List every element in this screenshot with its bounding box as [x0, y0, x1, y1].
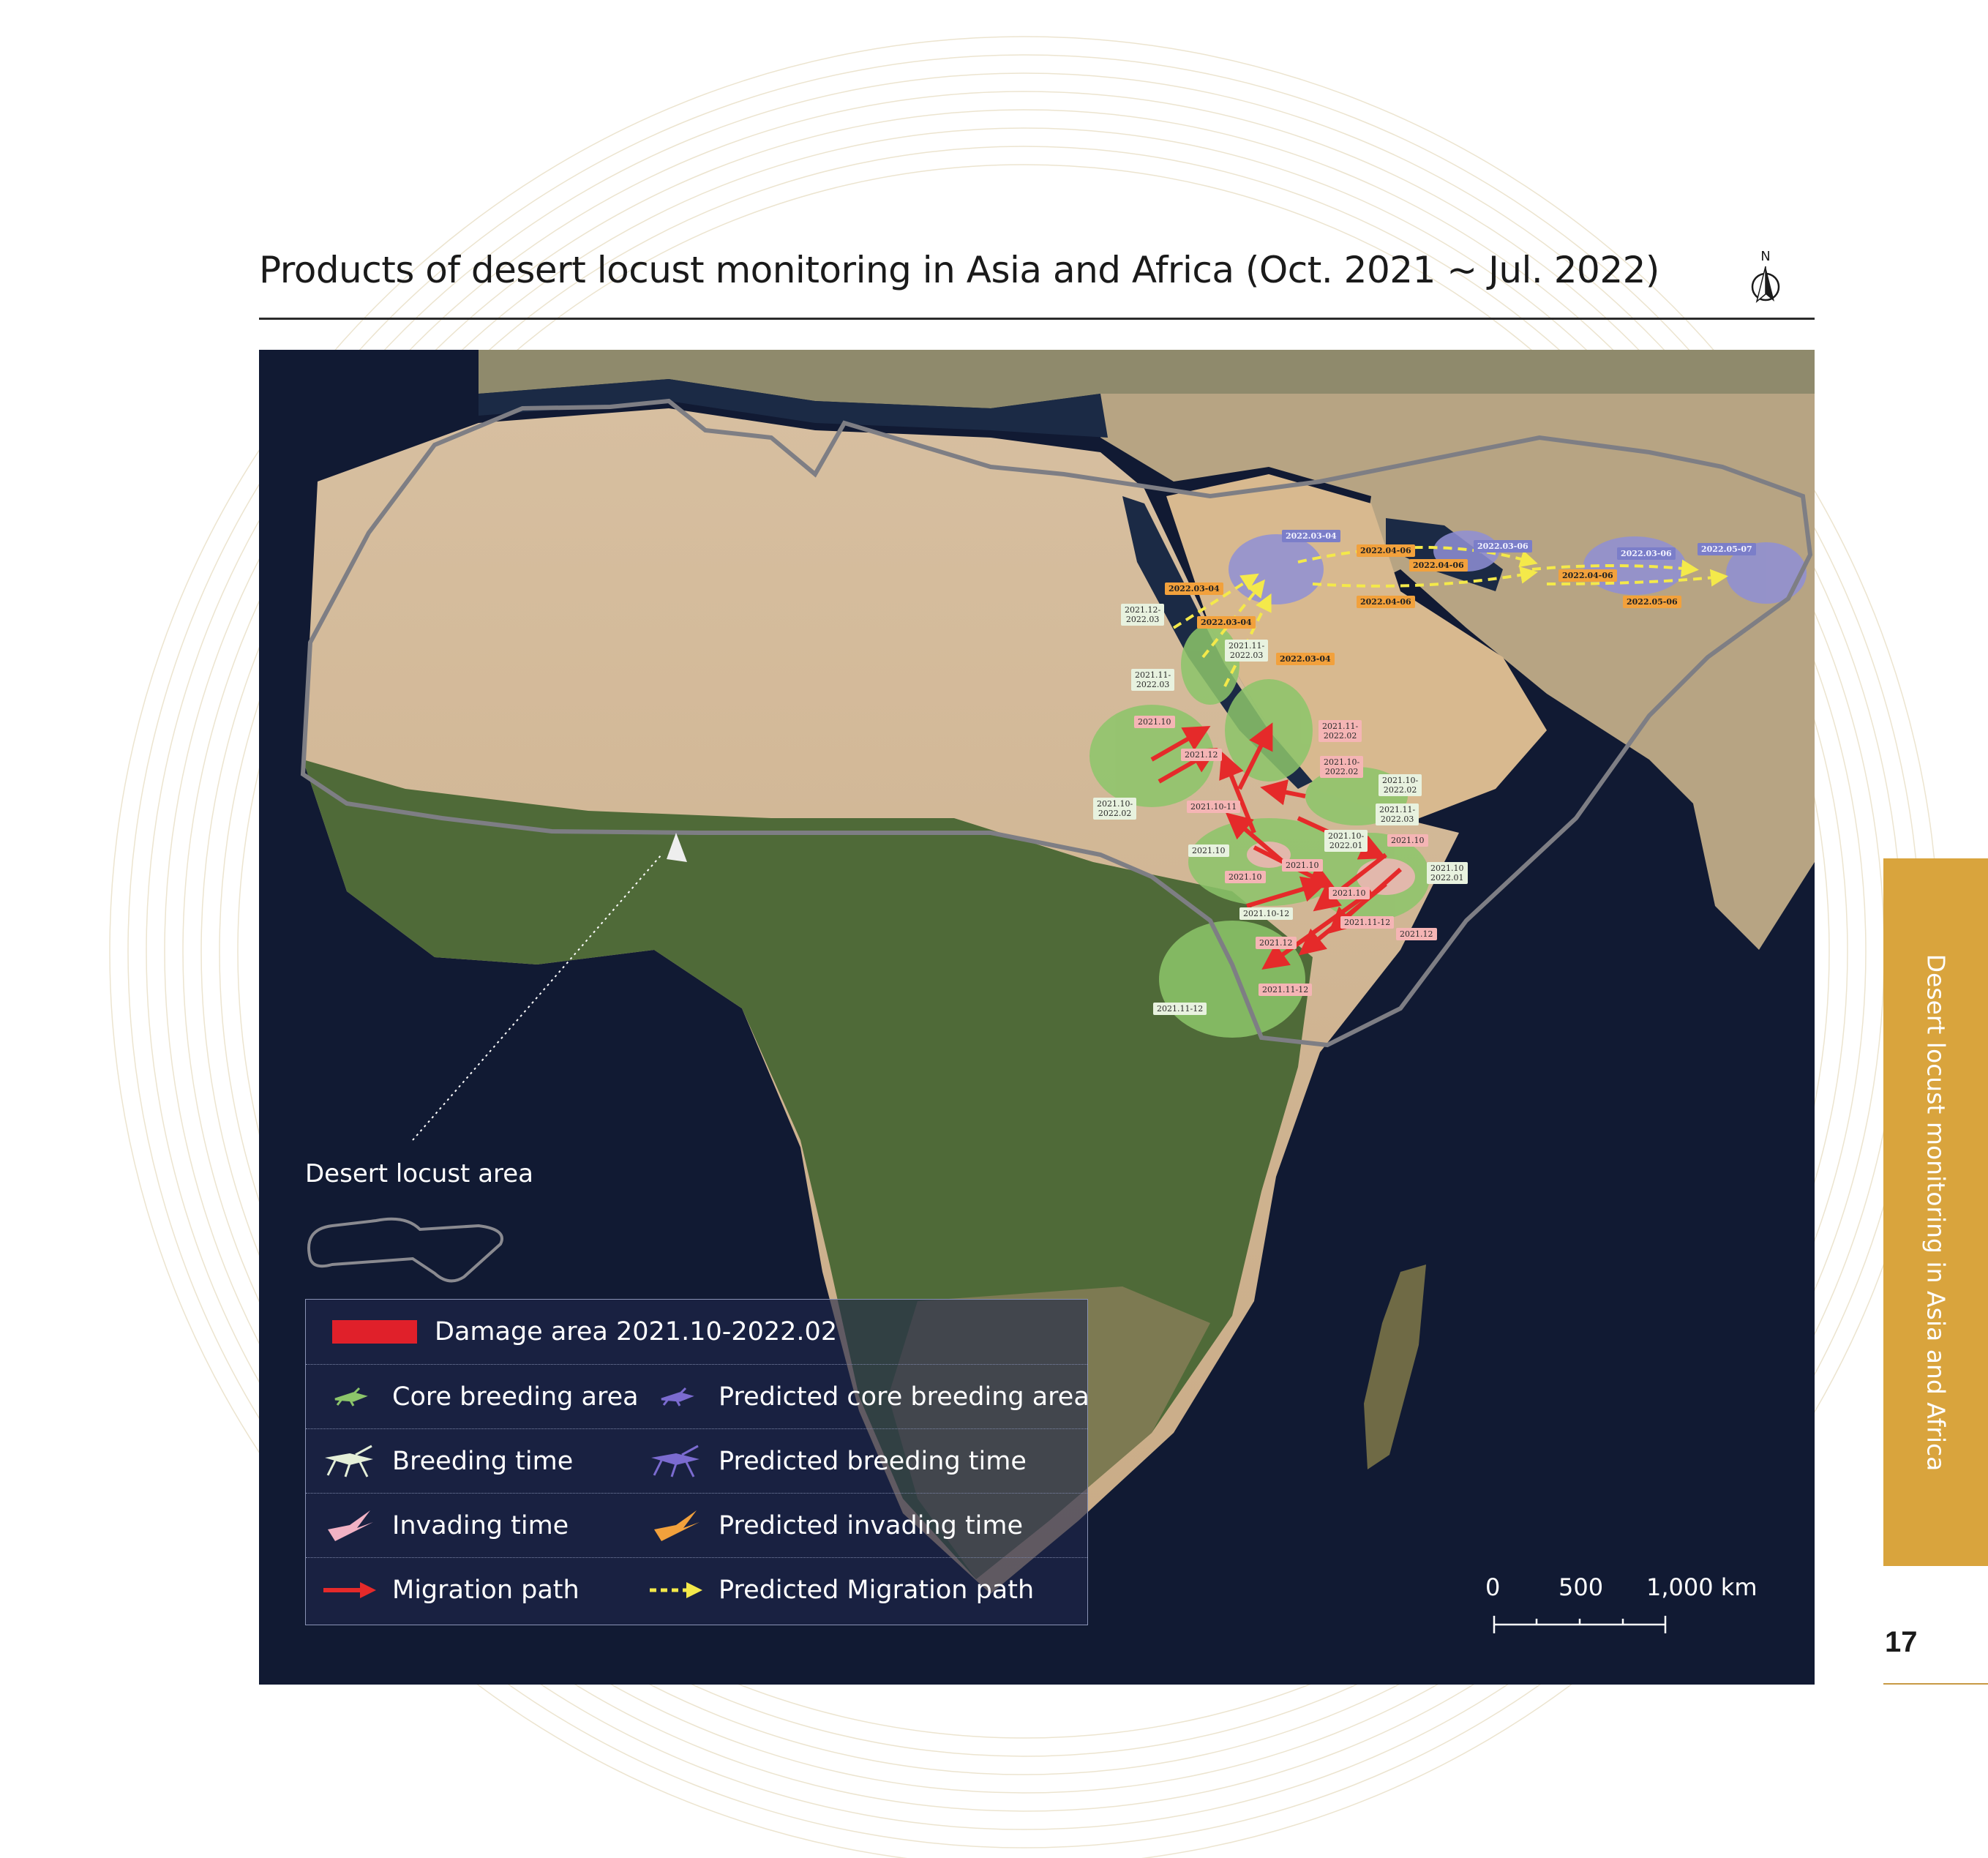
page-number-rule [1883, 1683, 1988, 1685]
breeding-time-label: 2021.10- 2022.01 [1324, 830, 1368, 852]
invading-time-label: 2021.12 [1396, 928, 1437, 940]
scale-ruler [1493, 1616, 1667, 1633]
invading-time-label: 2021.10 [1282, 859, 1323, 872]
breeding-time-label: 2021.10 2022.01 [1427, 862, 1468, 884]
scale-label-1000: 1,000 km [1646, 1573, 1758, 1601]
predicted-breeding-label: 2022.05-07 [1698, 543, 1756, 555]
predicted-invading-label: 2022.03-04 [1276, 653, 1335, 665]
predicted-invading-label: 2022.03-04 [1197, 616, 1256, 629]
legend-panel: Damage area 2021.10-2022.02 Core breedin… [305, 1299, 1089, 1625]
grasshopper-white-icon [320, 1443, 379, 1480]
invading-time-label: 2021.11- 2022.02 [1319, 720, 1362, 742]
predicted-breeding-label: 2022.03-06 [1474, 540, 1532, 552]
breeding-time-label: 2021.10- 2022.02 [1379, 774, 1422, 796]
madagascar [1364, 1265, 1426, 1469]
locust-purple-icon [647, 1379, 705, 1415]
legend-pred-breeding-label: Predicted breeding time [719, 1447, 1027, 1476]
yellow-dashed-arrow-icon [647, 1572, 705, 1608]
breeding-time-label: 2021.11- 2022.03 [1225, 640, 1269, 662]
chapter-side-tab-label: Desert locust monitoring in Asia and Afr… [1921, 954, 1951, 1472]
scale-label-0: 0 [1485, 1573, 1501, 1601]
invading-time-label: 2021.10 [1225, 871, 1266, 883]
predicted-invading-label: 2022.04-06 [1558, 569, 1617, 582]
invading-time-label: 2021.10 [1329, 887, 1370, 899]
desert-locust-area-caption: Desert locust area [305, 1159, 534, 1188]
breeding-time-label: 2021.11- 2022.03 [1131, 669, 1175, 691]
invading-time-label: 2021.10- 2022.02 [1320, 756, 1364, 778]
page-number: 17 [1885, 1626, 1918, 1658]
locust-area-outline-icon [307, 1217, 503, 1283]
locust-green-icon [320, 1379, 379, 1415]
north-arrow-icon: N [1751, 249, 1780, 304]
title-divider [259, 318, 1815, 320]
breeding-time-label: 2021.10-12 [1239, 907, 1294, 920]
breeding-time-label: 2021.10 [1188, 844, 1229, 857]
predicted-invading-label: 2022.04-06 [1357, 596, 1415, 608]
predicted-breeding-label: 2022.03-04 [1282, 530, 1340, 542]
flying-locust-orange-icon [647, 1507, 705, 1544]
predicted-invading-label: 2022.04-06 [1409, 559, 1468, 572]
predicted-invading-label: 2022.04-06 [1357, 544, 1415, 557]
north-label: N [1760, 249, 1770, 264]
invading-time-label: 2021.10 [1387, 834, 1428, 847]
predicted-breeding-label: 2022.03-06 [1617, 547, 1676, 560]
legend-pred-invading-label: Predicted invading time [719, 1511, 1024, 1540]
breeding-time-label: 2021.11-12 [1153, 1003, 1207, 1015]
scale-label-500: 500 [1558, 1573, 1604, 1601]
invading-time-label: 2021.12 [1181, 749, 1222, 761]
page-title: Products of desert locust monitoring in … [259, 249, 1659, 291]
legend-breeding-label: Breeding time [392, 1447, 574, 1476]
legend-migration-label: Migration path [392, 1576, 579, 1605]
predicted-invading-label: 2022.05-06 [1623, 596, 1681, 608]
invading-time-label: 2021.10 [1134, 716, 1175, 728]
legend-pred-core-label: Predicted core breeding area [719, 1382, 1089, 1412]
legend-invading-label: Invading time [392, 1511, 569, 1540]
damage-area-swatch [332, 1320, 417, 1344]
breeding-time-label: 2021.10- 2022.02 [1093, 798, 1137, 820]
legend-damage-label: Damage area 2021.10-2022.02 [435, 1317, 838, 1346]
breeding-time-label: 2021.12- 2022.03 [1121, 604, 1165, 626]
invading-time-label: 2021.11-12 [1340, 916, 1395, 929]
invading-time-label: 2021.10-11 [1187, 801, 1241, 813]
invading-time-label: 2021.11-12 [1259, 984, 1313, 996]
scale-bar: 0 500 1,000 km [1485, 1573, 1757, 1647]
legend-core-label: Core breeding area [392, 1382, 639, 1412]
red-arrow-icon [320, 1572, 379, 1608]
invading-time-label: 2021.12 [1256, 937, 1297, 949]
predicted-invading-label: 2022.03-04 [1165, 583, 1223, 595]
breeding-time-label: 2021.11- 2022.03 [1376, 803, 1419, 825]
flying-locust-pink-icon [320, 1507, 379, 1544]
grasshopper-purple-icon [647, 1443, 705, 1480]
legend-pred-migration-label: Predicted Migration path [719, 1576, 1035, 1605]
